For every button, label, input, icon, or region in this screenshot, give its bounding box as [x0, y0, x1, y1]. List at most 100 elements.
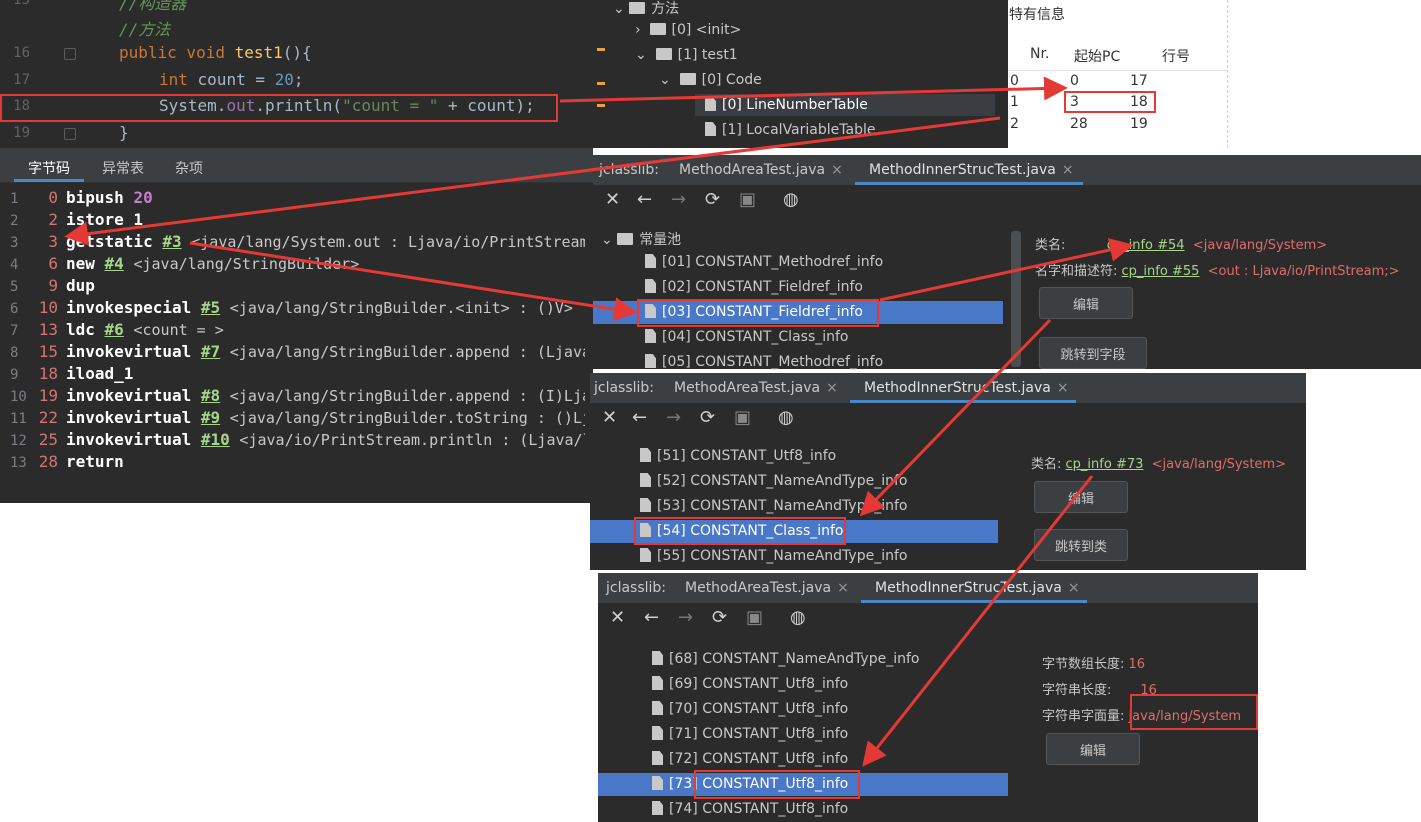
list-item-selected[interactable]: [54] CONSTANT_Class_info — [640, 523, 844, 539]
tab-methodinnerstructest[interactable]: MethodInnerStrucTest.java × — [864, 380, 1069, 396]
file-icon — [652, 676, 663, 690]
cp-ref-link[interactable]: #6 — [105, 320, 124, 339]
tree-node-init[interactable]: › [0] <init> — [635, 22, 741, 38]
bytecode-line[interactable]: 4 6 new #4 <java/lang/StringBuilder> — [10, 254, 359, 273]
folder-icon — [655, 48, 672, 60]
list-item[interactable]: [51] CONSTANT_Utf8_info — [640, 448, 836, 464]
tree-node-constant-pool[interactable]: ⌄ 常量池 — [601, 229, 681, 249]
list-item[interactable]: [69] CONSTANT_Utf8_info — [652, 676, 848, 692]
code-editor[interactable]: 15 //构造器 //方法 16 public void test1(){ 17… — [0, 0, 605, 148]
jump-to-field-button[interactable]: 跳转到字段 — [1039, 337, 1147, 369]
table-cell: 19 — [1130, 116, 1148, 132]
back-arrow-icon[interactable]: ← — [637, 189, 652, 210]
bytecode-panel[interactable]: 字节码 异常表 杂项 1 0 bipush 20 2 2 istore_1 3 3 getsta… — [0, 148, 593, 503]
save-icon[interactable]: ▣ — [739, 189, 756, 210]
save-icon[interactable]: ▣ — [746, 607, 763, 628]
close-icon[interactable]: ✕ — [610, 607, 625, 628]
list-item[interactable]: [70] CONSTANT_Utf8_info — [652, 701, 848, 717]
edit-button[interactable]: 编辑 — [1039, 287, 1133, 319]
tab-methodareatest[interactable]: MethodAreaTest.java × — [674, 380, 838, 396]
bytecode-line[interactable]: 9 18 iload_1 — [10, 364, 133, 383]
tree-node-methods[interactable]: ⌄ 方法 — [613, 0, 679, 18]
globe-icon[interactable]: ◍ — [790, 607, 806, 628]
tree-node-linenumbertable[interactable]: [0] LineNumberTable — [705, 97, 868, 113]
list-item[interactable]: [04] CONSTANT_Class_info — [645, 329, 849, 345]
list-item[interactable]: [05] CONSTANT_Methodref_info — [645, 354, 883, 370]
refresh-icon[interactable]: ⟳ — [700, 407, 715, 428]
fold-icon[interactable] — [64, 48, 76, 60]
active-tab-underline — [14, 179, 84, 182]
bytecode-line[interactable]: 12 25 invokevirtual #10 <java/io/PrintStre… — [10, 430, 585, 449]
tree-node-test1[interactable]: ⌄ [1] test1 — [635, 47, 738, 63]
close-icon[interactable]: ✕ — [602, 407, 617, 428]
globe-icon[interactable]: ◍ — [783, 189, 799, 210]
bytecode-line[interactable]: 10 19 invokevirtual #8 <java/lang/StringBu… — [10, 386, 585, 405]
list-item-selected[interactable]: [73] CONSTANT_Utf8_info — [652, 776, 848, 792]
close-icon[interactable]: ✕ — [605, 189, 620, 210]
forward-arrow-icon[interactable]: → — [678, 607, 693, 628]
save-icon[interactable]: ▣ — [734, 407, 751, 428]
bytecode-line[interactable]: 6 10 invokespecial #5 <java/lang/StringBui… — [10, 298, 573, 317]
opcode: istore_1 — [66, 210, 144, 229]
list-item[interactable]: [01] CONSTANT_Methodref_info — [645, 254, 883, 270]
jclasslib-window-constant-pool-1[interactable]: jclasslib: MethodAreaTest.java × MethodIn… — [593, 155, 1421, 370]
bytecode-line[interactable]: 1 0 bipush 20 — [10, 188, 153, 207]
cp-ref-link[interactable]: #3 — [162, 232, 181, 251]
active-tab-underline — [855, 182, 1083, 185]
edit-button[interactable]: 编辑 — [1046, 733, 1140, 765]
bytecode-line[interactable]: 8 15 invokevirtual #7 <java/lang/StringBui… — [10, 342, 585, 361]
bytecode-line[interactable]: 3 3 getstatic #3 <java/lang/System.out : L… — [10, 232, 585, 251]
pc-offset: 0 — [48, 188, 58, 207]
pc-offset: 10 — [38, 298, 58, 317]
forward-arrow-icon[interactable]: → — [666, 407, 681, 428]
tree-node-localvariabletable[interactable]: [1] LocalVariableTable — [705, 122, 875, 138]
jclasslib-window-constant-pool-2[interactable]: jclasslib: MethodAreaTest.java × MethodIn… — [590, 373, 1306, 570]
tab-methodinnerstructest[interactable]: MethodInnerStrucTest.java × — [875, 580, 1080, 596]
bytecode-line[interactable]: 11 22 invokevirtual #9 <java/lang/StringBu… — [10, 408, 585, 427]
tab-misc[interactable]: 杂项 — [175, 158, 203, 178]
cp-ref-link[interactable]: #4 — [105, 254, 124, 273]
tab-methodinnerstructest[interactable]: MethodInnerStrucTest.java × — [869, 162, 1074, 178]
tab-methodareatest[interactable]: MethodAreaTest.java × — [679, 162, 843, 178]
bytecode-line[interactable]: 5 9 dup — [10, 276, 95, 295]
list-item[interactable]: [02] CONSTANT_Fieldref_info — [645, 279, 863, 295]
bytecode-line[interactable]: 2 2 istore_1 — [10, 210, 143, 229]
tab-exception-table[interactable]: 异常表 — [102, 158, 144, 178]
refresh-icon[interactable]: ⟳ — [712, 607, 727, 628]
list-item[interactable]: [72] CONSTANT_Utf8_info — [652, 751, 848, 767]
list-item[interactable]: [68] CONSTANT_NameAndType_info — [652, 651, 919, 667]
fold-icon[interactable] — [64, 128, 76, 140]
cp-ref-link[interactable]: #8 — [201, 386, 220, 405]
list-item-selected[interactable]: [03] CONSTANT_Fieldref_info — [645, 304, 863, 320]
tab-methodareatest[interactable]: MethodAreaTest.java × — [685, 580, 849, 596]
active-tab-underline — [850, 400, 1076, 403]
cp-info-link[interactable]: cp_info #55 — [1122, 264, 1200, 279]
list-item[interactable]: [55] CONSTANT_NameAndType_info — [640, 548, 907, 564]
list-item[interactable]: [53] CONSTANT_NameAndType_info — [640, 498, 907, 514]
cp-ref-link[interactable]: #9 — [201, 408, 220, 427]
cp-info-link[interactable]: cp_info #73 — [1066, 457, 1144, 472]
cp-ref-link[interactable]: #5 — [201, 298, 220, 317]
tab-bytecode[interactable]: 字节码 — [28, 158, 70, 178]
refresh-icon[interactable]: ⟳ — [705, 189, 720, 210]
list-item[interactable]: [52] CONSTANT_NameAndType_info — [640, 473, 907, 489]
cp-ref-link[interactable]: #10 — [201, 430, 230, 449]
jclasslib-window-constant-pool-3[interactable]: jclasslib: MethodAreaTest.java × MethodIn… — [598, 573, 1258, 822]
chevron-right-icon: › — [635, 22, 641, 38]
bytecode-line[interactable]: 13 28 return — [10, 452, 124, 471]
forward-arrow-icon[interactable]: → — [671, 189, 686, 210]
cp-ref-link[interactable]: #7 — [201, 342, 220, 361]
list-item[interactable]: [74] CONSTANT_Utf8_info — [652, 801, 848, 817]
bytecode-line[interactable]: 7 13 ldc #6 <count = > — [10, 320, 224, 339]
scrollbar[interactable] — [1011, 231, 1021, 367]
jump-to-class-button[interactable]: 跳转到类 — [1034, 529, 1128, 561]
cp-info-link[interactable]: cp_info #54 — [1107, 238, 1185, 253]
back-arrow-icon[interactable]: ← — [644, 607, 659, 628]
edit-button[interactable]: 编辑 — [1034, 481, 1128, 513]
globe-icon[interactable]: ◍ — [778, 407, 794, 428]
tree-node-code[interactable]: ⌄ [0] Code — [659, 72, 762, 88]
attributes-tree[interactable]: ⌄ 方法 › [0] <init> ⌄ [1] test1 ⌄ [0] Code… — [605, 0, 1010, 148]
list-item[interactable]: [71] CONSTANT_Utf8_info — [652, 726, 848, 742]
file-icon — [640, 473, 651, 487]
back-arrow-icon[interactable]: ← — [632, 407, 647, 428]
